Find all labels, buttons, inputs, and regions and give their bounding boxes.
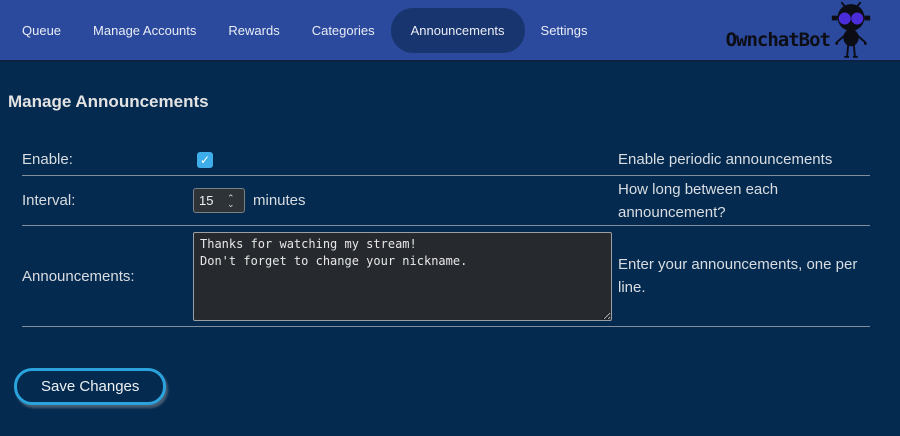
page-title: Manage Announcements [8,92,900,112]
logo-text: OwnchatBot [726,29,830,51]
enable-label-text: Enable: [22,151,73,168]
tab-queue[interactable]: Queue [6,8,77,53]
interval-label-text: Interval: [22,192,75,209]
spinner-down-icon[interactable]: ⌄ [227,201,235,207]
tab-settings[interactable]: Settings [525,8,604,53]
announcements-field: Thanks for watching my stream! Don't for… [193,226,618,327]
enable-help: Enable periodic announcements [618,144,870,176]
announcements-textarea[interactable]: Thanks for watching my stream! Don't for… [193,232,612,321]
interval-help: How long between each announcement? [618,176,870,226]
robot-mascot-icon [828,1,874,59]
enable-field: ✓ [193,144,618,176]
interval-unit: minutes [253,192,306,209]
spinner-control[interactable]: ⌃ ⌄ [227,195,235,207]
top-nav: Queue Manage Accounts Rewards Categories… [0,0,900,62]
interval-input[interactable] [199,193,225,208]
tab-categories[interactable]: Categories [296,8,391,53]
announcements-label: Announcements: [22,226,193,327]
nav-tabs: Queue Manage Accounts Rewards Categories… [6,0,604,60]
enable-label: Enable: [22,144,193,176]
enable-help-text: Enable periodic announcements [618,148,832,171]
main-content: Manage Announcements Enable: ✓ Enable pe… [0,92,900,405]
interval-field: ⌃ ⌄ minutes [193,176,618,226]
enable-checkbox[interactable]: ✓ [197,152,213,168]
tab-announcements[interactable]: Announcements [391,8,525,53]
announcements-label-text: Announcements: [22,268,135,285]
interval-label: Interval: [22,176,193,226]
interval-help-text: How long between each announcement? [618,178,866,224]
tab-rewards[interactable]: Rewards [212,8,295,53]
tab-manage-accounts[interactable]: Manage Accounts [77,8,212,53]
interval-input-box: ⌃ ⌄ [193,188,245,213]
check-icon: ✓ [200,153,210,167]
announcements-help-text: Enter your announcements, one per line. [618,253,866,299]
logo: OwnchatBot [726,1,888,59]
save-changes-button[interactable]: Save Changes [14,368,166,405]
announcements-form: Enable: ✓ Enable periodic announcements … [22,144,870,327]
announcements-help: Enter your announcements, one per line. [618,226,870,327]
